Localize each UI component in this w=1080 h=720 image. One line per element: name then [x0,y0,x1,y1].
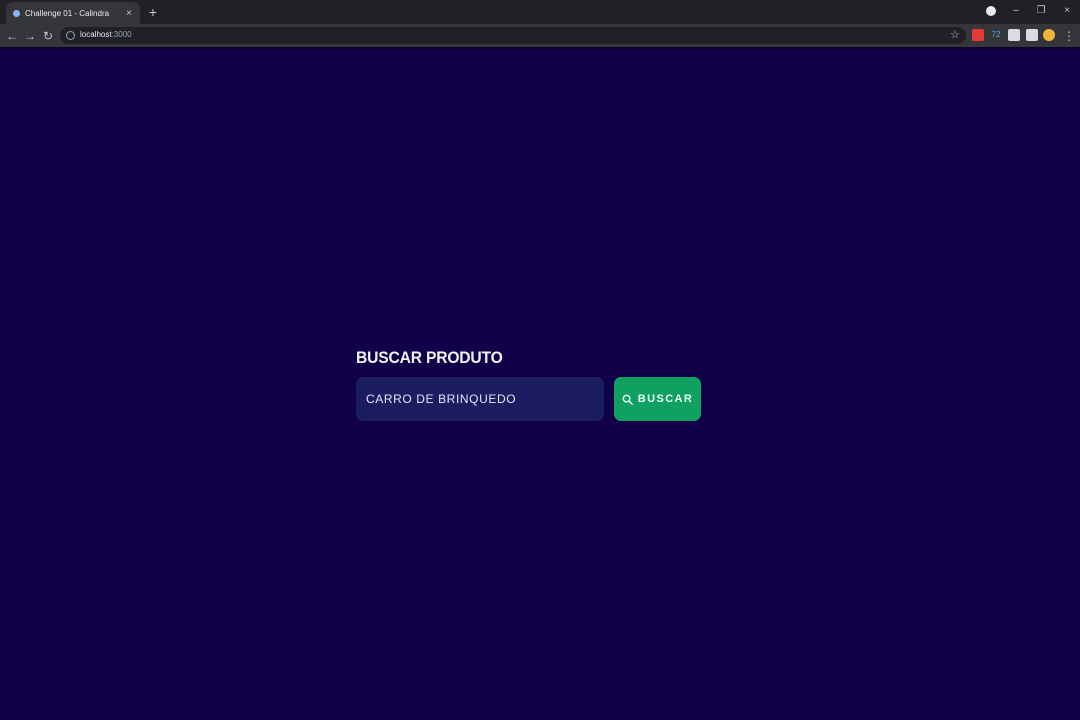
search-row: BUSCAR [356,377,701,421]
browser-tab[interactable]: Challenge 01 - Calindra × [6,2,140,24]
search-button-label: BUSCAR [637,393,694,405]
close-tab-icon[interactable]: × [122,8,136,19]
reload-icon[interactable]: ↻ [40,28,56,44]
puzzle-extension-icon[interactable] [1008,29,1020,41]
back-arrow-icon[interactable]: ← [4,28,20,44]
close-window-button[interactable]: × [1055,0,1079,22]
search-section: BUSCAR PRODUTO BUSCAR [356,348,726,421]
new-tab-button[interactable]: + [146,3,160,21]
restore-button[interactable]: ❐ [1029,0,1053,22]
toolbar-shadow [0,47,1080,49]
minimize-button[interactable]: – [1004,0,1028,22]
url-port: :3000 [111,30,132,39]
address-bar[interactable]: localhost:3000 ☆ [60,27,966,44]
reader-extension-icon[interactable] [1026,29,1038,41]
site-info-icon[interactable] [66,31,75,40]
bookmark-star-icon[interactable]: ☆ [950,28,960,41]
red-extension-icon[interactable] [972,29,984,41]
page-title: BUSCAR PRODUTO [356,348,503,367]
globe-icon [13,9,20,17]
search-button[interactable]: BUSCAR [614,377,701,421]
search-icon [622,394,633,405]
chrome-profile-icon[interactable] [986,6,996,16]
browser-toolbar: ← → ↻ localhost:3000 ☆ 72 ⋮ [0,24,1080,47]
blue-counter-extension-icon[interactable]: 72 [990,29,1002,41]
tab-title: Challenge 01 - Calindra [25,8,110,18]
url-text: localhost:3000 [80,30,132,39]
profile-avatar-icon[interactable] [1043,29,1055,41]
kebab-menu-icon[interactable]: ⋮ [1061,28,1077,44]
browser-tab-bar: Challenge 01 - Calindra × + – ❐ × [0,0,1080,24]
url-host: localhost [80,30,112,39]
forward-arrow-icon[interactable]: → [22,28,38,44]
search-input[interactable] [356,377,604,421]
